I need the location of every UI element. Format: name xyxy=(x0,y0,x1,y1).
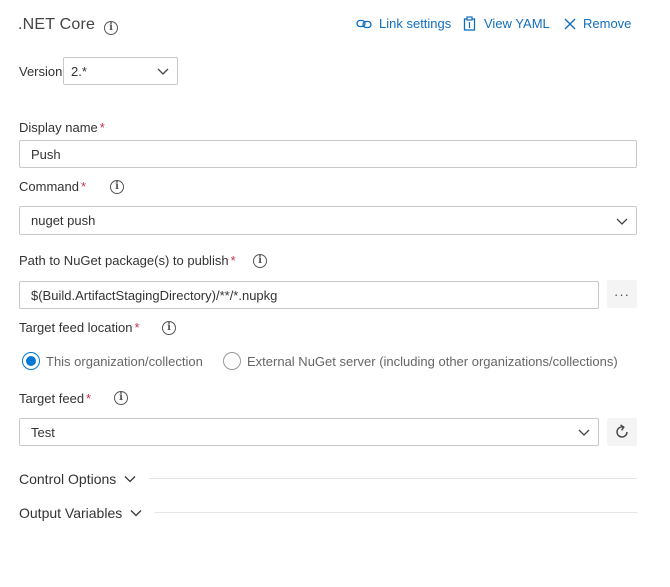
link-icon xyxy=(356,19,372,28)
link-settings-label: Link settings xyxy=(379,16,452,31)
command-label: Command * xyxy=(19,179,87,194)
radio-button-unchecked[interactable] xyxy=(223,352,241,370)
chevron-down-icon xyxy=(130,510,142,517)
target-feed-location-label: Target feed location * xyxy=(19,320,140,335)
refresh-icon xyxy=(616,424,628,438)
section-divider xyxy=(149,478,637,479)
radio-label: External NuGet server (including other o… xyxy=(247,353,618,369)
info-icon[interactable]: i xyxy=(114,391,128,405)
path-input[interactable]: $(Build.ArtifactStagingDirectory)/**/*.n… xyxy=(19,281,599,309)
radio-button-checked[interactable] xyxy=(22,352,40,370)
radio-label: This organization/collection xyxy=(46,353,203,369)
remove-label: Remove xyxy=(583,16,632,31)
view-yaml-label: View YAML xyxy=(484,16,550,31)
chevron-down-icon xyxy=(124,476,136,483)
info-icon[interactable]: i xyxy=(162,321,176,335)
output-variables-section[interactable]: Output Variables xyxy=(19,505,142,521)
radio-this-organization[interactable]: This organization/collection xyxy=(22,352,203,370)
path-value: $(Build.ArtifactStagingDirectory)/**/*.n… xyxy=(31,287,278,303)
display-name-value: Push xyxy=(31,146,61,162)
command-select[interactable]: nuget push xyxy=(19,206,637,235)
control-options-section[interactable]: Control Options xyxy=(19,471,136,487)
display-name-input[interactable]: Push xyxy=(19,140,637,168)
link-settings-button[interactable]: Link settings xyxy=(356,16,451,31)
target-feed-value: Test xyxy=(31,424,55,440)
output-variables-label: Output Variables xyxy=(19,505,123,521)
display-name-label: Display name * xyxy=(19,120,105,135)
browse-path-button[interactable]: ··· xyxy=(607,280,637,308)
chevron-down-icon xyxy=(157,68,169,75)
chevron-down-icon xyxy=(616,218,628,225)
control-options-label: Control Options xyxy=(19,471,117,487)
path-label: Path to NuGet package(s) to publish * xyxy=(19,253,236,268)
target-feed-select[interactable]: Test xyxy=(19,418,599,446)
target-feed-label: Target feed * xyxy=(19,391,92,406)
radio-external-nuget-server[interactable]: External NuGet server (including other o… xyxy=(223,352,618,370)
remove-button[interactable]: Remove xyxy=(564,16,631,31)
command-value: nuget push xyxy=(31,213,96,228)
version-select[interactable]: 2.* xyxy=(63,57,178,85)
info-icon[interactable]: i xyxy=(253,254,267,268)
section-divider xyxy=(155,512,637,513)
version-label: Version xyxy=(19,64,63,79)
page-title: .NET Core xyxy=(18,16,96,33)
chevron-down-icon xyxy=(578,429,590,436)
view-yaml-button[interactable]: View YAML xyxy=(463,16,550,31)
refresh-feed-button[interactable] xyxy=(607,418,637,446)
close-icon xyxy=(564,18,576,29)
info-icon[interactable]: i xyxy=(104,21,118,35)
info-icon[interactable]: i xyxy=(110,180,124,194)
yaml-clipboard-icon xyxy=(463,16,476,31)
version-value: 2.* xyxy=(71,63,87,79)
